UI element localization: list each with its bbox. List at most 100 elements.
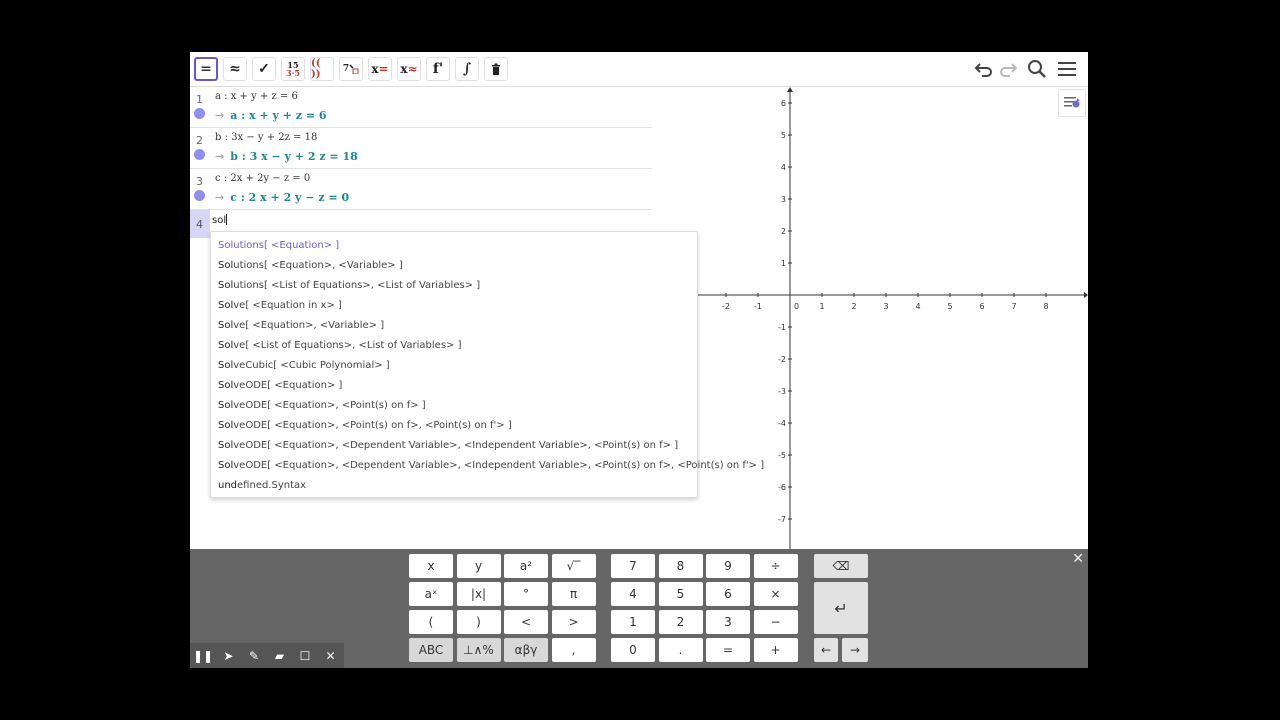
key-3[interactable]: √‾ <box>551 554 596 578</box>
x-tick-label: 8 <box>1043 302 1048 311</box>
visibility-toggle[interactable] <box>194 149 205 160</box>
key-2[interactable]: a² <box>504 554 548 578</box>
rectangle-icon[interactable]: ☐ <box>296 647 314 665</box>
cas-row[interactable]: 2 b : 3x − y + 2z = 18 → b : 3 x − y + 2 … <box>190 128 652 169</box>
cursor-right-key[interactable]: → <box>842 638 868 662</box>
suggestion-item[interactable]: Solutions[ <Equation>, <Variable> ] <box>218 260 403 271</box>
numpad-key-6[interactable]: 6 <box>706 582 750 606</box>
numpad-key-7[interactable]: × <box>753 582 798 606</box>
cas-input-field[interactable]: sol <box>212 214 228 226</box>
x-tick-label: 0 <box>794 302 799 311</box>
derivative-button[interactable]: f' <box>426 57 450 81</box>
suggestion-match: Sol <box>218 420 234 431</box>
x-tick-label: 3 <box>883 302 888 311</box>
key-14[interactable]: αβγ <box>504 638 548 662</box>
numpad-key-5[interactable]: 5 <box>658 582 703 606</box>
numpad-key-15[interactable]: + <box>753 638 798 662</box>
suggestion-item[interactable]: SolveODE[ <Equation>, <Dependent Variabl… <box>218 440 678 451</box>
key-13[interactable]: ⊥∧% <box>456 638 501 662</box>
visibility-toggle[interactable] <box>194 108 205 119</box>
delete-button[interactable] <box>484 57 508 81</box>
y-tick-label: -7 <box>778 515 786 524</box>
suggestion-item[interactable]: SolveODE[ <Equation>, <Dependent Variabl… <box>218 460 764 471</box>
menu-button[interactable] <box>1055 58 1079 80</box>
integral-button[interactable]: ∫ <box>455 57 479 81</box>
cas-toolbar: = ≈ ✓ 15 3·5 (( )) 7 x = x ≈ f' ∫ <box>190 52 1088 87</box>
undo-icon <box>974 63 992 77</box>
numeric-button[interactable]: ≈ <box>223 57 247 81</box>
numpad-key-13[interactable]: . <box>658 638 703 662</box>
numpad-key-8[interactable]: 1 <box>611 610 655 634</box>
suggestion-item[interactable]: Solutions[ <List of Equations>, <List of… <box>218 280 480 291</box>
key-1[interactable]: y <box>456 554 501 578</box>
suggestion-match: Sol <box>218 360 234 371</box>
numpad-key-4[interactable]: 4 <box>611 582 655 606</box>
numpad-key-1[interactable]: 8 <box>658 554 703 578</box>
nsolve-button[interactable]: x ≈ <box>397 57 421 81</box>
solve-button[interactable]: x = <box>368 57 392 81</box>
factor-button[interactable]: 15 3·5 <box>281 57 305 81</box>
cas-row[interactable]: 3 c : 2x + 2y − z = 0 → c : 2 x + 2 y − z… <box>190 169 652 210</box>
search-button[interactable] <box>1025 58 1049 80</box>
pen-icon[interactable]: ✎ <box>245 647 263 665</box>
substitute-button[interactable]: 7 <box>339 57 363 81</box>
suggestion-rest: veODE[ <Equation>, <Point(s) on f>, <Poi… <box>233 420 512 431</box>
key-7[interactable]: π <box>551 582 596 606</box>
key-4[interactable]: aˣ <box>409 582 453 606</box>
suggestion-match: und <box>218 480 238 491</box>
text-caret <box>226 214 228 225</box>
key-0[interactable]: x <box>409 554 453 578</box>
suggestion-item[interactable]: Solutions[ <Equation> ] <box>218 240 339 251</box>
numpad-key-12[interactable]: 0 <box>611 638 655 662</box>
numpad-key-2[interactable]: 9 <box>706 554 750 578</box>
key-9[interactable]: ) <box>456 610 501 634</box>
row-output: → c : 2 x + 2 y − z = 0 <box>215 191 349 204</box>
enter-key[interactable]: ↵ <box>814 582 868 634</box>
key-5[interactable]: |x| <box>456 582 501 606</box>
key-12[interactable]: ABC <box>409 638 453 662</box>
numpad-key-10[interactable]: 3 <box>706 610 750 634</box>
suggestion-item[interactable]: undefined.Syntax <box>218 480 306 491</box>
key-10[interactable]: < <box>504 610 548 634</box>
numpad-key-3[interactable]: ÷ <box>753 554 798 578</box>
row-number: 2 <box>196 134 203 147</box>
row-input[interactable]: a : x + y + z = 6 <box>215 91 298 102</box>
row-input[interactable]: c : 2x + 2y − z = 0 <box>215 173 310 184</box>
suggestion-item[interactable]: Solve[ <Equation in x> ] <box>218 300 342 311</box>
close-keyboard-button[interactable]: ✕ <box>1072 551 1084 567</box>
numpad-key-9[interactable]: 2 <box>658 610 703 634</box>
key-11[interactable]: > <box>551 610 596 634</box>
key-15[interactable]: , <box>551 638 596 662</box>
suggestion-item[interactable]: Solve[ <List of Equations>, <List of Var… <box>218 340 462 351</box>
pointer-icon[interactable]: ➤ <box>220 647 238 665</box>
undo-button[interactable] <box>972 58 996 80</box>
key-8[interactable]: ( <box>409 610 453 634</box>
suggestion-item[interactable]: SolveODE[ <Equation> ] <box>218 380 342 391</box>
numpad-key-11[interactable]: − <box>753 610 798 634</box>
graphics-canvas[interactable]: -4-3-2-1012345678654321-1-2-3-4-5-6-7 <box>652 87 1088 549</box>
eraser-icon[interactable]: ▰ <box>271 647 289 665</box>
suggestion-item[interactable]: SolveODE[ <Equation>, <Point(s) on f>, <… <box>218 420 512 431</box>
style-bar-button[interactable] <box>1058 89 1086 117</box>
check-button[interactable]: ✓ <box>252 57 276 81</box>
output-value: 3 x − y + 2 z = 18 <box>249 150 358 163</box>
close-icon[interactable]: ✕ <box>322 647 340 665</box>
cursor-left-key[interactable]: ← <box>814 638 838 662</box>
suggestion-item[interactable]: SolveODE[ <Equation>, <Point(s) on f> ] <box>218 400 426 411</box>
row-input[interactable]: b : 3x − y + 2z = 18 <box>215 132 317 143</box>
key-6[interactable]: ° <box>504 582 548 606</box>
output-arrow-icon: → <box>215 191 225 204</box>
backspace-key[interactable]: ⌫ <box>814 554 868 578</box>
redo-button[interactable] <box>996 58 1020 80</box>
suggestion-item[interactable]: SolveCubic[ <Cubic Polynomial> ] <box>218 360 390 371</box>
cas-row[interactable]: 1 a : x + y + z = 6 → a : x + y + z = 6 <box>190 87 652 128</box>
evaluate-button[interactable]: = <box>194 57 218 81</box>
visibility-toggle[interactable] <box>194 190 205 201</box>
graphics-view[interactable]: -4-3-2-1012345678654321-1-2-3-4-5-6-7 <box>652 87 1088 549</box>
numpad-key-14[interactable]: = <box>706 638 750 662</box>
pause-icon[interactable]: ❚❚ <box>193 647 213 665</box>
numpad-key-0[interactable]: 7 <box>611 554 655 578</box>
suggestion-item[interactable]: Solve[ <Equation>, <Variable> ] <box>218 320 384 331</box>
x-tick-label: 5 <box>947 302 952 311</box>
expand-button[interactable]: (( )) <box>310 57 334 81</box>
